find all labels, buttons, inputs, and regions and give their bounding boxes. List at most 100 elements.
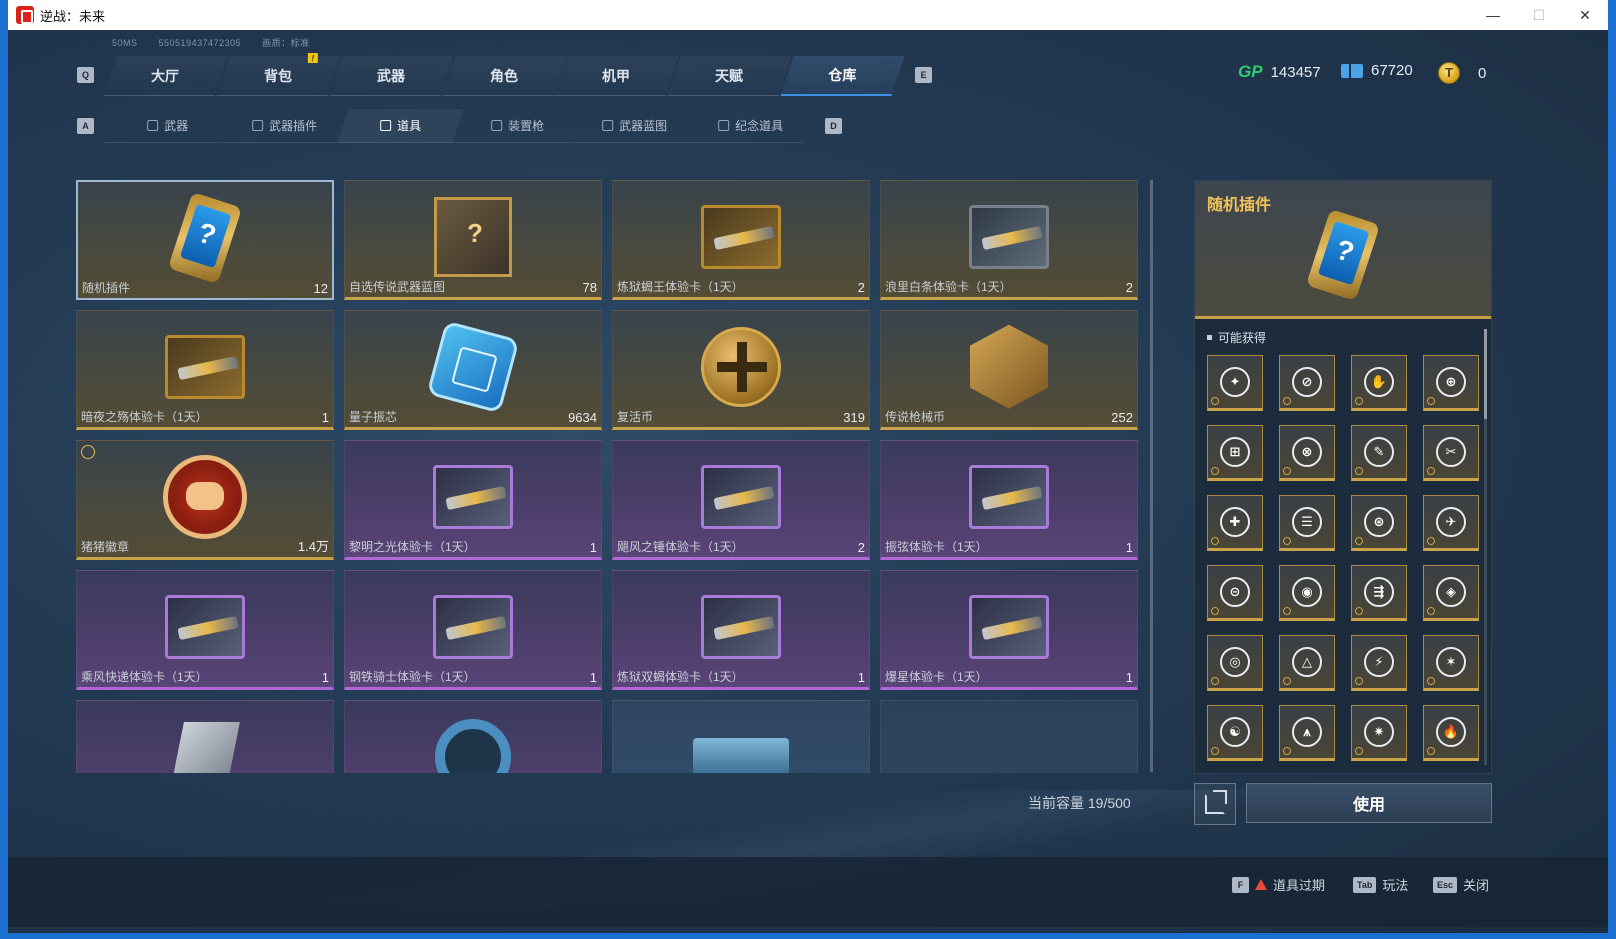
item-slot[interactable]: 炼狱双蝎体验卡（1天） 1 [612, 570, 870, 690]
item-slot[interactable]: 黎明之光体验卡（1天） 1 [344, 440, 602, 560]
reward-plugin[interactable]: ✈ [1423, 495, 1479, 551]
plugin-glyph-icon: ⇶ [1364, 577, 1394, 607]
weapon-card-icon [165, 334, 245, 399]
rewards-scrollbar[interactable] [1484, 329, 1487, 765]
item-slot[interactable]: 随机插件 12 [76, 180, 334, 300]
tab-characters[interactable]: 角色 [442, 56, 566, 96]
app-icon [16, 6, 34, 24]
item-slot[interactable]: 飓风之锤体验卡（1天） 2 [612, 440, 870, 560]
item-slot[interactable]: 暗夜之殇体验卡（1天） 1 [76, 310, 334, 430]
reward-plugin[interactable]: ✷ [1351, 705, 1407, 761]
reward-plugin[interactable]: ⊛ [1351, 495, 1407, 551]
ring-icon [435, 718, 511, 773]
tab-weapons[interactable]: 武器 [329, 56, 454, 96]
reward-plugin[interactable]: ⇶ [1351, 565, 1407, 621]
reward-plugin[interactable]: 🔥 [1423, 705, 1479, 761]
subtab-souvenirs[interactable]: 纪念道具 [687, 109, 814, 143]
reward-plugin[interactable]: ⊕ [1423, 355, 1479, 411]
coin-currency: 0 [1438, 62, 1486, 84]
item-count: 1 [1125, 670, 1133, 685]
lock-icon [1355, 607, 1363, 615]
item-slot[interactable]: 爆星体验卡（1天） 1 [880, 570, 1138, 690]
reward-plugin[interactable]: ⊝ [1207, 565, 1263, 621]
reward-plugin[interactable]: ◈ [1423, 565, 1479, 621]
share-button[interactable] [1194, 783, 1236, 825]
reward-plugin[interactable]: ☰ [1279, 495, 1335, 551]
reward-plugin[interactable]: ✚ [1207, 495, 1263, 551]
reward-plugin[interactable]: ✦ [1207, 355, 1263, 411]
tab-talent[interactable]: 天赋 [667, 56, 792, 96]
subtab-items[interactable]: 道具 [337, 109, 464, 143]
item-slot[interactable]: 炼狱蝎王体验卡（1天） 2 [612, 180, 870, 300]
plugin-glyph-icon: ✂ [1436, 437, 1466, 467]
lock-icon [1427, 607, 1435, 615]
badge-icon [170, 721, 240, 773]
item-slot[interactable]: 量子振芯 9634 [344, 310, 602, 430]
minimize-button[interactable]: — [1470, 0, 1516, 30]
plugin-glyph-icon: ✶ [1436, 647, 1466, 677]
sub-tab-bar: 武器 武器插件 道具 装置枪 武器蓝图 纪念道具 [104, 109, 814, 143]
item-slot[interactable]: 猪猪徽章 1.4万 [76, 440, 334, 560]
plugin-glyph-icon: 🔥 [1436, 717, 1466, 747]
reward-plugin[interactable]: ☯ [1207, 705, 1263, 761]
subtab-label: 武器 [163, 119, 189, 133]
item-slot[interactable] [76, 700, 334, 773]
item-name: 振弦体验卡（1天） [885, 540, 988, 554]
reward-plugin[interactable]: ✎ [1351, 425, 1407, 481]
reward-plugin[interactable]: ◉ [1279, 565, 1335, 621]
item-slot[interactable]: 乘风快递体验卡（1天） 1 [76, 570, 334, 690]
grid-scrollbar[interactable] [1150, 180, 1153, 772]
reward-plugin[interactable]: ⊞ [1207, 425, 1263, 481]
reward-plugin[interactable]: ◎ [1207, 635, 1263, 691]
item-grid: 随机插件12自选传说武器蓝图78炼狱蝎王体验卡（1天）2浪里白条体验卡（1天）2… [76, 180, 1140, 773]
expire-hint[interactable]: F 道具过期 [1232, 875, 1325, 894]
plugin-glyph-icon: ✈ [1436, 507, 1466, 537]
item-slot[interactable] [344, 700, 602, 773]
tab-backpack[interactable]: 背包! [216, 53, 341, 96]
plugin-glyph-icon: ⊞ [1220, 437, 1250, 467]
subtab-weapon-plugins[interactable]: 武器插件 [221, 109, 347, 143]
key-hint-tab: Tab [1353, 876, 1377, 893]
tab-lobby[interactable]: 大厅 [103, 56, 228, 96]
item-slot[interactable]: 钢铁骑士体验卡（1天） 1 [344, 570, 602, 690]
item-slot[interactable] [612, 700, 870, 773]
weapon-card-icon [433, 594, 513, 659]
reward-plugin[interactable]: ⊗ [1279, 425, 1335, 481]
item-slot[interactable]: 自选传说武器蓝图 78 [344, 180, 602, 300]
item-count: 2 [1125, 280, 1133, 295]
lock-icon [1283, 397, 1291, 405]
tab-label: 机甲 [603, 67, 632, 84]
subtab-weapons[interactable]: 武器 [104, 109, 231, 143]
subtab-weapon-blueprints[interactable]: 武器蓝图 [571, 109, 697, 143]
tab-warehouse[interactable]: 仓库 [780, 56, 905, 96]
medal-icon [718, 120, 730, 131]
weapon-card-icon [165, 594, 245, 659]
subtab-device-guns[interactable]: 装置枪 [454, 109, 581, 143]
reward-plugin[interactable]: △ [1279, 635, 1335, 691]
maximize-button[interactable]: ☐ [1516, 0, 1562, 30]
reward-plugin[interactable]: ✶ [1423, 635, 1479, 691]
gp-amount: 143457 [1270, 63, 1321, 81]
item-slot[interactable]: 传说枪械币 252 [880, 310, 1138, 430]
item-name: 传说枪械币 [885, 410, 946, 424]
reward-plugin[interactable]: ⊘ [1279, 355, 1335, 411]
reward-plugin[interactable]: ⩚ [1279, 705, 1335, 761]
lock-icon [1211, 677, 1219, 685]
item-slot[interactable]: 浪里白条体验卡（1天） 2 [880, 180, 1138, 300]
crate-icon [693, 737, 789, 773]
use-button[interactable]: 使用 [1246, 783, 1492, 823]
item-slot[interactable]: 振弦体验卡（1天） 1 [880, 440, 1138, 560]
reward-plugin[interactable]: ✋ [1351, 355, 1407, 411]
reward-plugin[interactable]: ⚡ [1351, 635, 1407, 691]
item-slot[interactable] [880, 700, 1138, 773]
reward-plugin[interactable]: ✂ [1423, 425, 1479, 481]
lock-icon [1427, 467, 1435, 475]
plugin-glyph-icon: ◈ [1436, 577, 1466, 607]
close-hint[interactable]: Esc 关闭 [1433, 875, 1489, 894]
close-button[interactable]: ✕ [1562, 0, 1608, 30]
tab-mecha[interactable]: 机甲 [554, 56, 679, 96]
rules-hint[interactable]: Tab 玩法 [1353, 875, 1408, 894]
lock-icon [1355, 537, 1363, 545]
item-slot[interactable]: 复活币 319 [612, 310, 870, 430]
lock-icon [1283, 537, 1291, 545]
